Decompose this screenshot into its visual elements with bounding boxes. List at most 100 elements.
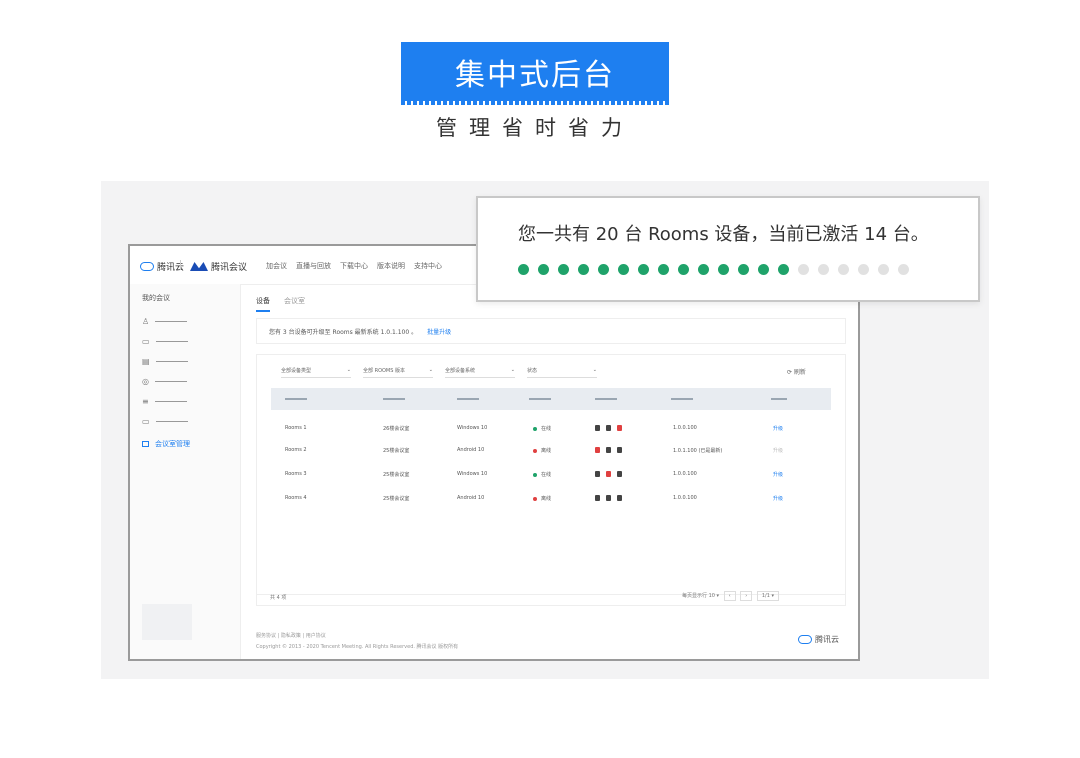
batch-upgrade-link[interactable]: 批量升级	[427, 327, 451, 336]
filter-label: 全部设备类型	[281, 368, 312, 374]
footer-brand-label: 腾讯云	[815, 635, 839, 644]
row-os: Android 10	[457, 447, 485, 453]
status-label: 离线	[541, 496, 552, 502]
sidebar-item[interactable]: ▤	[142, 357, 188, 366]
active-device-dot	[518, 264, 529, 275]
row-status: 离线	[533, 447, 551, 454]
active-device-dot	[678, 264, 689, 275]
row-name: Rooms 3	[285, 471, 307, 477]
filter-status[interactable]: 状态 ⌄	[527, 367, 597, 378]
speaker-icon	[606, 425, 611, 431]
tab-devices[interactable]: 设备	[256, 296, 270, 312]
doc-icon: ▤	[142, 357, 150, 366]
prev-page-button[interactable]: ‹	[723, 591, 736, 601]
row-version: 1.0.1.100 (已是最新)	[673, 448, 723, 454]
sidebar-title: 我的会议	[142, 294, 170, 302]
active-device-dot	[718, 264, 729, 275]
row-room: 25楼会议室	[383, 448, 410, 454]
filter-device-type[interactable]: 全部设备类型 ⌄	[281, 367, 351, 378]
per-page-select[interactable]: 每页显示行 10 ▾	[682, 593, 719, 599]
active-device-dot	[598, 264, 609, 275]
header-placeholder	[457, 398, 479, 400]
row-os: Windows 10	[457, 425, 488, 431]
status-dot	[533, 426, 537, 431]
nav-item[interactable]: 支持中心	[414, 261, 442, 271]
tencent-meeting-logo[interactable]: 腾讯会议	[190, 260, 247, 273]
nav-item[interactable]: 版本说明	[377, 261, 405, 271]
row-room: 26楼会议室	[383, 426, 410, 432]
header-placeholder	[529, 398, 551, 400]
next-page-button[interactable]: ›	[740, 591, 753, 601]
placeholder-line	[154, 401, 187, 402]
chevron-down-icon: ⌄	[510, 367, 515, 373]
chevron-down-icon: ⌄	[346, 367, 351, 373]
upgrade-button[interactable]: 升级	[773, 495, 783, 502]
mic-icon	[617, 471, 622, 477]
active-device-dot	[738, 264, 749, 275]
cloud-icon	[798, 635, 812, 644]
sidebar-bottom-block	[142, 604, 192, 640]
sidebar-item[interactable]: ▭	[142, 417, 188, 426]
upgrade-button[interactable]: 升级	[773, 471, 783, 478]
footer-links[interactable]: 服务协议 | 隐私政策 | 用户协议	[256, 632, 326, 639]
inactive-device-dot	[878, 264, 889, 275]
filter-label: 全部 ROOMS 版本	[363, 368, 406, 374]
bulb-icon	[595, 425, 600, 431]
sidebar-active-label: 会议室管理	[155, 440, 190, 448]
sidebar-item[interactable]: ▭	[142, 337, 188, 346]
camera-off-icon	[606, 471, 611, 477]
banner-title: 集中式后台	[401, 42, 669, 102]
row-name: Rooms 1	[285, 425, 307, 431]
nav-item[interactable]: 下载中心	[340, 261, 368, 271]
filter-rooms-version[interactable]: 全部 ROOMS 版本 ⌄	[363, 367, 433, 378]
placeholder-line	[154, 381, 187, 382]
active-device-dot	[658, 264, 669, 275]
speaker-icon	[606, 447, 611, 453]
tab-rooms[interactable]: 会议室	[284, 296, 305, 312]
mic-muted-icon	[617, 425, 622, 431]
header-placeholder	[771, 398, 787, 400]
refresh-button[interactable]: ⟳ 刷新	[787, 367, 806, 376]
row-name: Rooms 2	[285, 447, 307, 453]
row-os: Android 10	[457, 495, 485, 501]
sidebar-item-room-management[interactable]: 会议室管理	[142, 439, 190, 449]
placeholder-line	[155, 361, 188, 362]
banner-subtitle: 管理省时省力	[436, 116, 634, 140]
sidebar-item[interactable]: ♙	[142, 317, 188, 326]
active-device-dot	[638, 264, 649, 275]
footer-brand: 腾讯云	[798, 634, 839, 645]
upgrade-button-disabled: 升级	[773, 448, 784, 454]
pagination: 每页显示行 10 ▾ ‹ › 1/1 ▾	[682, 591, 779, 601]
status-label: 在线	[541, 426, 552, 432]
nav-item[interactable]: 直播与回放	[296, 261, 331, 271]
inactive-device-dot	[818, 264, 829, 275]
settings-icon: ◎	[142, 377, 149, 386]
filter-label: 全部设备系统	[445, 368, 476, 374]
activation-summary: 您一共有 20 台 Rooms 设备，当前已激活 14 台。	[518, 224, 929, 245]
upgrade-button[interactable]: 升级	[773, 425, 783, 432]
meeting-logo-icon	[190, 262, 208, 271]
speaker-icon	[606, 495, 611, 501]
chevron-down-icon: ⌄	[428, 367, 433, 373]
nav-item[interactable]: 加会议	[266, 261, 287, 271]
sidebar: 我的会议 ♙ ▭ ▤ ◎ ≡ ▭ 会议室管理	[130, 284, 241, 659]
sidebar-item[interactable]: ◎	[142, 377, 187, 386]
list-icon: ≡	[142, 397, 149, 406]
tencent-cloud-logo[interactable]: 腾讯云	[140, 260, 184, 273]
user-icon: ♙	[142, 317, 150, 326]
mic-icon	[617, 495, 622, 501]
inactive-device-dot	[858, 264, 869, 275]
row-device-icons	[595, 425, 628, 432]
sidebar-item[interactable]: ≡	[142, 397, 187, 406]
notice-text: 您有 3 台设备可升级至 Rooms 最新系统 1.0.1.100 。	[269, 328, 418, 336]
active-device-dot	[698, 264, 709, 275]
banner-dotted-divider	[401, 101, 669, 105]
status-label: 在线	[541, 472, 552, 478]
tab-bar: 设备 会议室	[256, 296, 305, 312]
page-select[interactable]: 1/1 ▾	[756, 591, 779, 601]
row-status: 在线	[533, 471, 551, 478]
row-version: 1.0.0.100	[673, 495, 697, 501]
active-device-dot	[558, 264, 569, 275]
row-name: Rooms 4	[285, 495, 307, 501]
filter-device-os[interactable]: 全部设备系统 ⌄	[445, 367, 515, 378]
